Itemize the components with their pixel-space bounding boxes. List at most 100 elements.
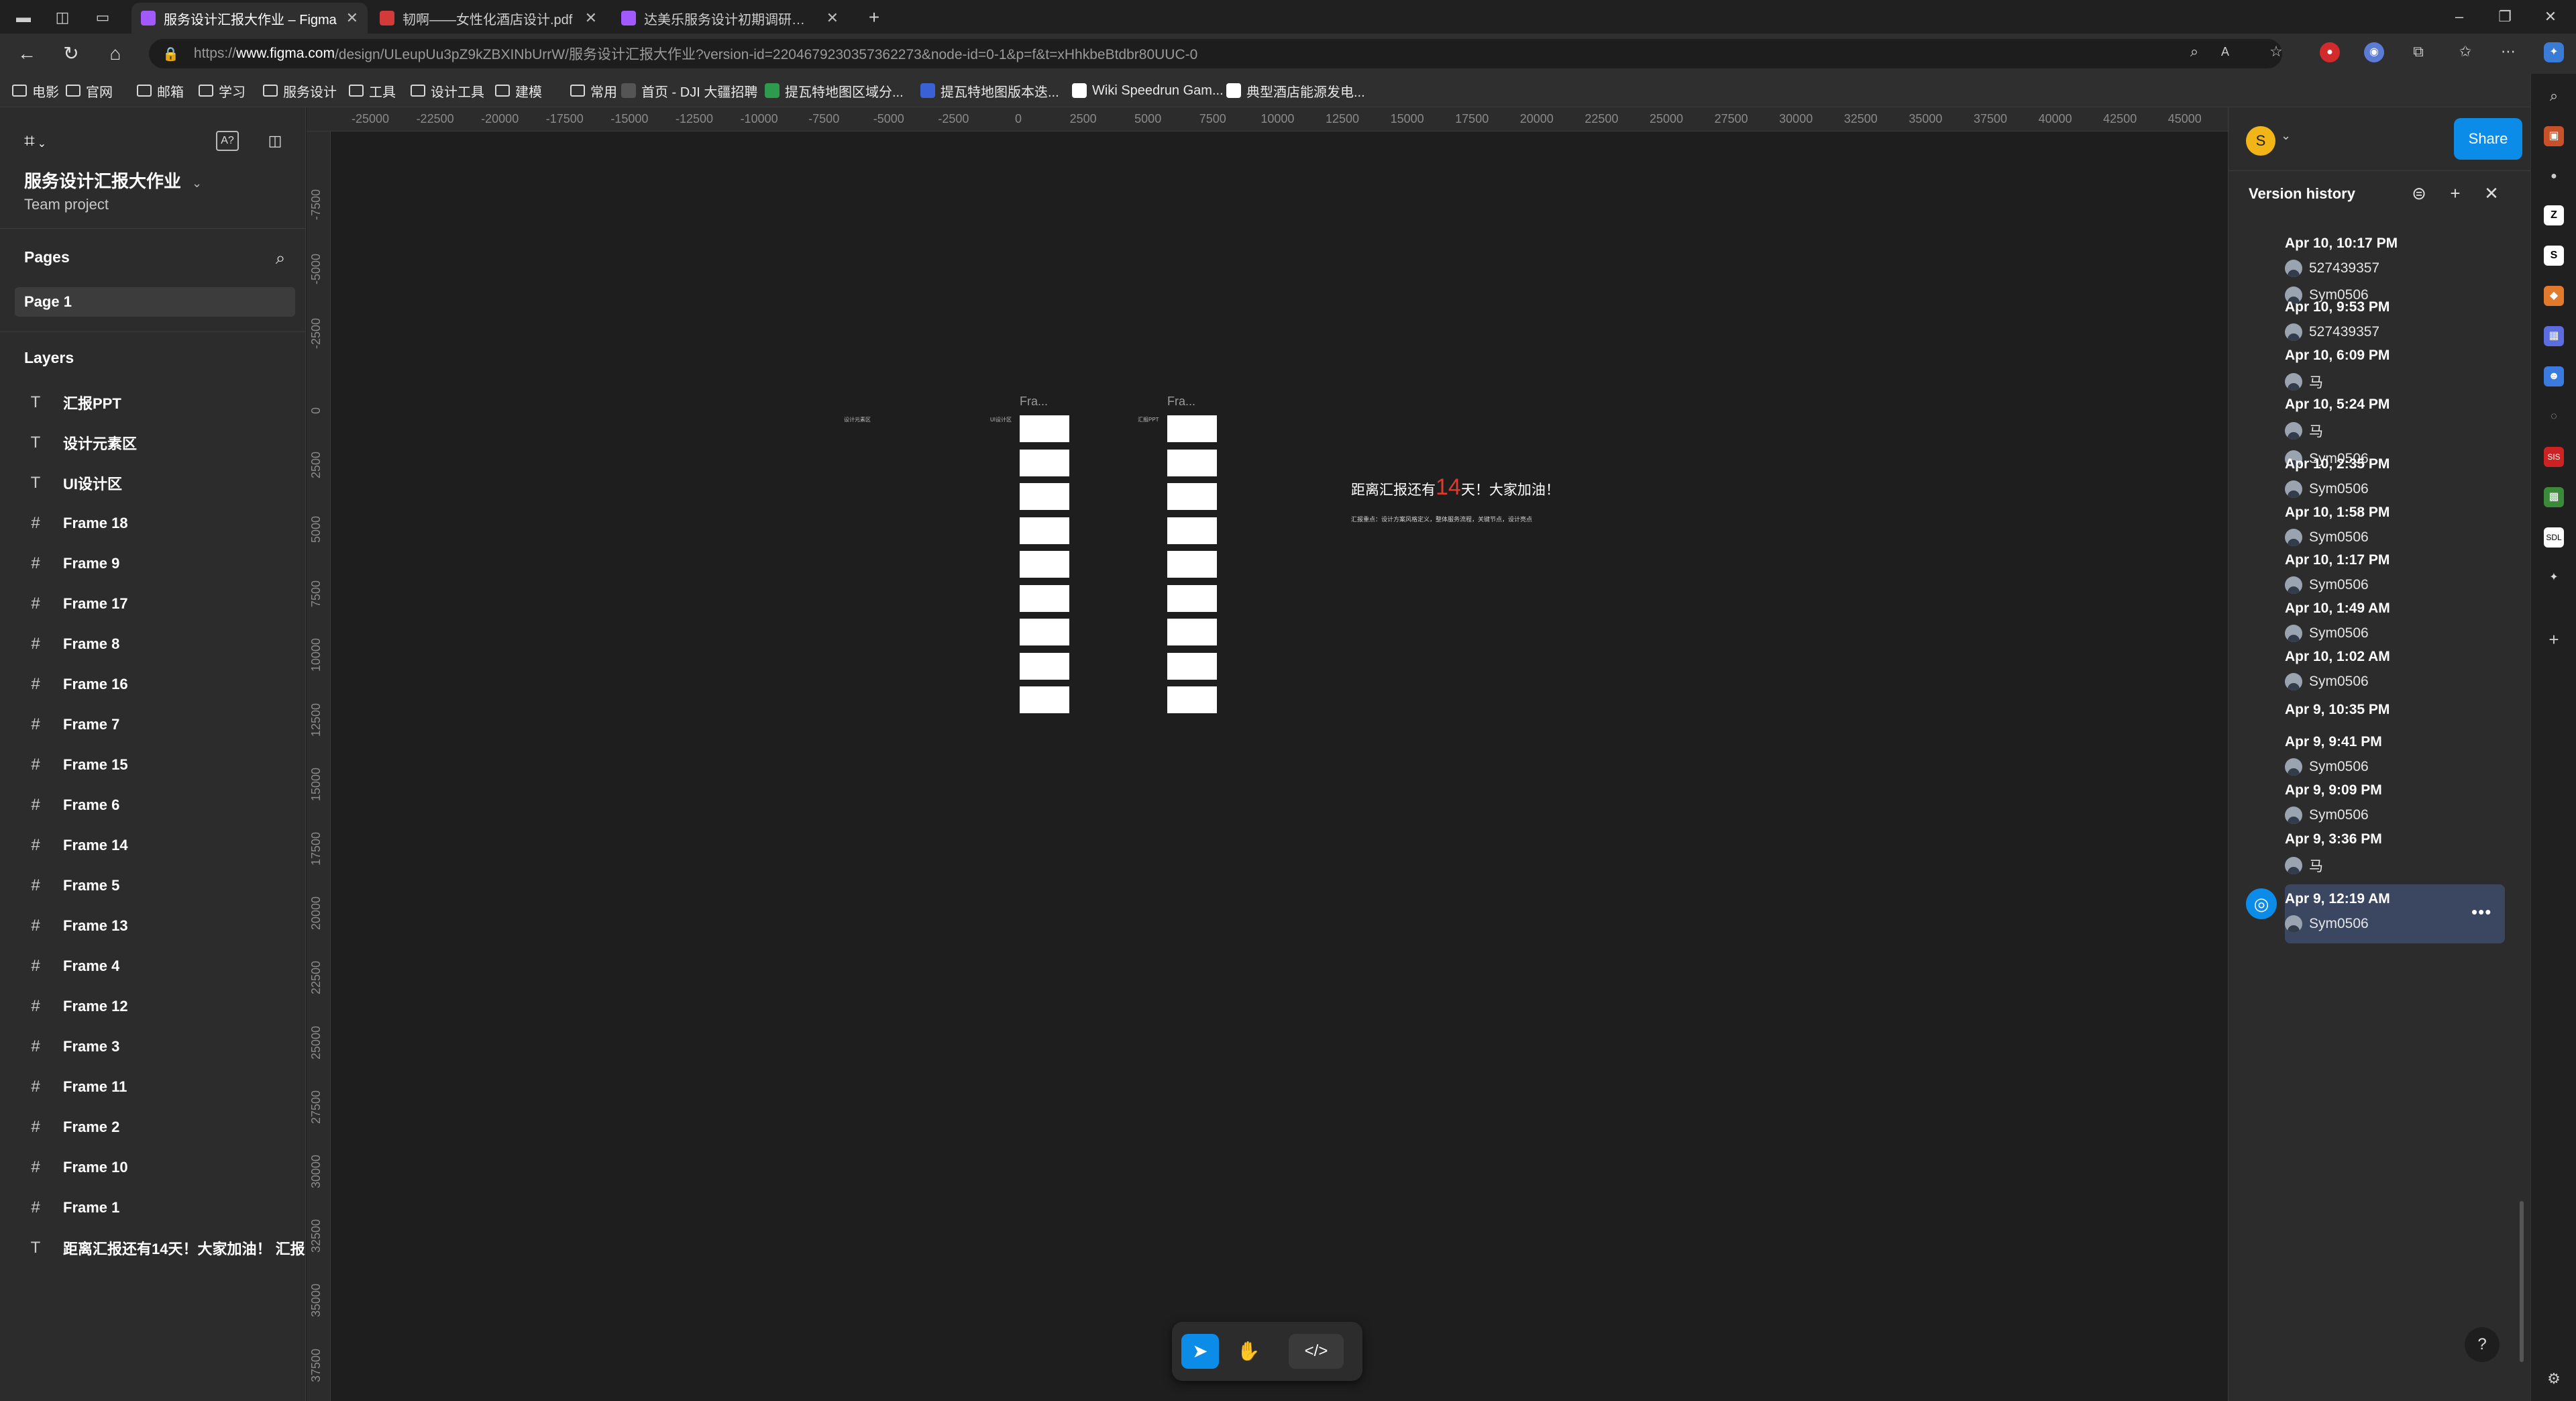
bookmark-item[interactable]: 服务设计 — [263, 81, 337, 101]
layer-item[interactable]: # Frame 11 — [0, 1067, 305, 1107]
frame-label[interactable]: Fra... — [1167, 395, 1195, 409]
scrollbar-thumb[interactable] — [2520, 1201, 2524, 1362]
bookmark-item[interactable]: 学习 — [199, 81, 246, 101]
tab-close-icon[interactable]: ✕ — [346, 9, 358, 27]
bookmark-item[interactable]: 常用 — [570, 81, 617, 101]
layer-item[interactable]: # Frame 5 — [0, 866, 305, 906]
layer-item[interactable]: # Frame 6 — [0, 785, 305, 825]
bookmark-item[interactable]: 邮箱 — [137, 81, 184, 101]
dev-mode-icon[interactable]: </> — [1289, 1334, 1344, 1369]
s-app-icon[interactable]: S — [2544, 246, 2564, 266]
workspaces-icon[interactable]: ◫ — [54, 9, 71, 26]
read-aloud-icon[interactable]: A — [2215, 42, 2235, 62]
version-entry[interactable]: Apr 10, 1:17 PM Sym0506 — [2285, 552, 2513, 594]
design-area-label[interactable]: 设计元素区 — [844, 416, 871, 423]
canvas-frame[interactable] — [1020, 652, 1069, 680]
layer-item[interactable]: # Frame 7 — [0, 705, 305, 745]
ppt-area-label[interactable]: 汇报PPT — [1138, 416, 1159, 423]
canvas-frame[interactable] — [1167, 551, 1217, 578]
favorite-star-icon[interactable]: ☆ — [2266, 42, 2286, 62]
pin-icon[interactable]: ✦ — [2544, 568, 2564, 588]
tab-close-icon[interactable]: ✕ — [585, 9, 597, 27]
game-icon[interactable]: ◆ — [2544, 286, 2564, 306]
layer-item[interactable]: T 距离汇报还有14天！大家加油！ 汇报重点 — [0, 1228, 305, 1268]
layer-item[interactable]: # Frame 18 — [0, 503, 305, 543]
browser-menu-icon[interactable]: ▬ — [15, 9, 32, 26]
canvas-frame[interactable] — [1167, 449, 1217, 476]
layer-item[interactable]: T UI设计区 — [0, 463, 305, 503]
home-icon[interactable]: ⌂ — [105, 43, 126, 64]
bookmark-item[interactable]: Wiki Speedrun Gam... — [1072, 81, 1224, 101]
layer-item[interactable]: T 设计元素区 — [0, 423, 305, 463]
canvas-frame[interactable] — [1020, 517, 1069, 544]
version-entry[interactable]: Apr 9, 3:36 PM 马 — [2285, 831, 2513, 876]
canvas-frame[interactable] — [1167, 584, 1217, 612]
frame-label[interactable]: Fra... — [1020, 395, 1048, 409]
bookmark-item[interactable]: 建模 — [495, 81, 542, 101]
countdown-title[interactable]: 距离汇报还有14天！大家加油！ — [1351, 474, 1560, 501]
url-field[interactable]: 🔒 https://www.figma.com/design/ULeupUu3p… — [149, 39, 2282, 68]
more-icon[interactable]: ⋯ — [2498, 42, 2518, 62]
design-canvas[interactable]: 距离汇报还有14天！大家加油！ 汇报重点：设计方案风格定义，整体服务流程，关键节… — [331, 132, 2228, 1401]
toolbox-icon[interactable]: ▣ — [2544, 126, 2564, 146]
minimize-icon[interactable]: – — [2446, 5, 2473, 28]
canvas-frame[interactable] — [1020, 415, 1069, 442]
version-entry[interactable]: Apr 9, 9:41 PM Sym0506 — [2285, 734, 2513, 776]
search-icon[interactable]: ⌕ — [2544, 86, 2564, 106]
close-window-icon[interactable]: ✕ — [2537, 5, 2564, 28]
canvas-frame[interactable] — [1020, 449, 1069, 476]
bookmark-item[interactable]: 提瓦特地图版本迭... — [920, 81, 1059, 101]
version-entry[interactable]: Apr 9, 10:35 PM — [2285, 702, 2513, 718]
team-label[interactable]: Team project — [24, 196, 109, 213]
project-name[interactable]: 服务设计汇报大作业 ⌄ — [24, 168, 202, 193]
vertical-tabs-icon[interactable]: ▭ — [94, 9, 111, 26]
bookmark-item[interactable]: 首页 - DJI 大疆招聘 — [621, 81, 757, 101]
hand-tool-icon[interactable]: ✋ — [1230, 1334, 1267, 1369]
apps-icon[interactable]: ▦ — [2544, 326, 2564, 346]
canvas-frame[interactable] — [1167, 686, 1217, 713]
tab-close-icon[interactable]: ✕ — [826, 9, 839, 27]
chevron-down-icon[interactable]: ⌄ — [192, 176, 202, 190]
grid-app-icon[interactable]: ▩ — [2544, 487, 2564, 507]
layer-item[interactable]: # Frame 16 — [0, 664, 305, 705]
figma-menu-icon[interactable]: ⌗ ⌄ — [24, 127, 62, 154]
share-button[interactable]: Share — [2454, 118, 2522, 160]
favorites-icon[interactable]: ✩ — [2455, 42, 2475, 62]
browser-tab[interactable]: 韧啊——女性化酒店设计.pdf ✕ — [370, 3, 606, 34]
new-tab-icon[interactable]: + — [865, 8, 883, 27]
chevron-down-icon[interactable]: ⌄ — [2281, 129, 2291, 143]
canvas-frame[interactable] — [1167, 415, 1217, 442]
bookmark-item[interactable]: 电影 — [12, 81, 59, 101]
layer-item[interactable]: T 汇报PPT — [0, 382, 305, 423]
search-icon[interactable]: ⌕ — [267, 244, 294, 271]
canvas-frame[interactable] — [1020, 584, 1069, 612]
add-version-icon[interactable]: + — [2443, 181, 2467, 205]
page-item[interactable]: Page 1 — [15, 287, 295, 317]
bookmark-item[interactable]: 设计工具 — [411, 81, 484, 101]
version-entry[interactable]: Apr 10, 6:09 PM 马 — [2285, 348, 2513, 392]
version-entry[interactable]: Apr 10, 1:58 PM Sym0506 — [2285, 505, 2513, 546]
settings-gear-icon[interactable]: ⚙ — [2544, 1369, 2564, 1389]
canvas-frame[interactable] — [1020, 619, 1069, 645]
sis-icon[interactable]: SIS — [2544, 447, 2564, 467]
apple-icon[interactable]: ● — [2544, 166, 2564, 187]
layer-item[interactable]: # Frame 8 — [0, 624, 305, 664]
layer-item[interactable]: # Frame 12 — [0, 986, 305, 1027]
bot-icon[interactable]: ☻ — [2544, 366, 2564, 386]
ui-area-label[interactable]: UI设计区 — [990, 416, 1012, 423]
version-entry[interactable]: Apr 9, 9:09 PM Sym0506 — [2285, 782, 2513, 824]
help-button[interactable]: ? — [2465, 1327, 2500, 1362]
version-entry[interactable]: Apr 10, 2:35 PM Sym0506 — [2285, 456, 2513, 498]
canvas-frame[interactable] — [1020, 686, 1069, 713]
filter-icon[interactable]: ⊜ — [2407, 181, 2431, 205]
canvas-frame[interactable] — [1167, 517, 1217, 544]
version-entry[interactable]: Apr 9, 12:19 AM Sym0506 — [2285, 891, 2513, 933]
browser-tab[interactable]: 达美乐服务设计初期调研报告 – F ✕ — [612, 3, 848, 34]
bookmark-item[interactable]: 典型酒店能源发电... — [1226, 81, 1365, 101]
close-icon[interactable]: ✕ — [2479, 181, 2504, 205]
add-sidebar-icon[interactable]: + — [2544, 629, 2564, 650]
version-entry[interactable]: Apr 10, 10:17 PM 527439357 Sym0506 — [2285, 236, 2513, 304]
layer-item[interactable]: # Frame 1 — [0, 1188, 305, 1228]
refresh-icon[interactable]: ↻ — [60, 43, 82, 64]
layer-item[interactable]: # Frame 13 — [0, 906, 305, 946]
